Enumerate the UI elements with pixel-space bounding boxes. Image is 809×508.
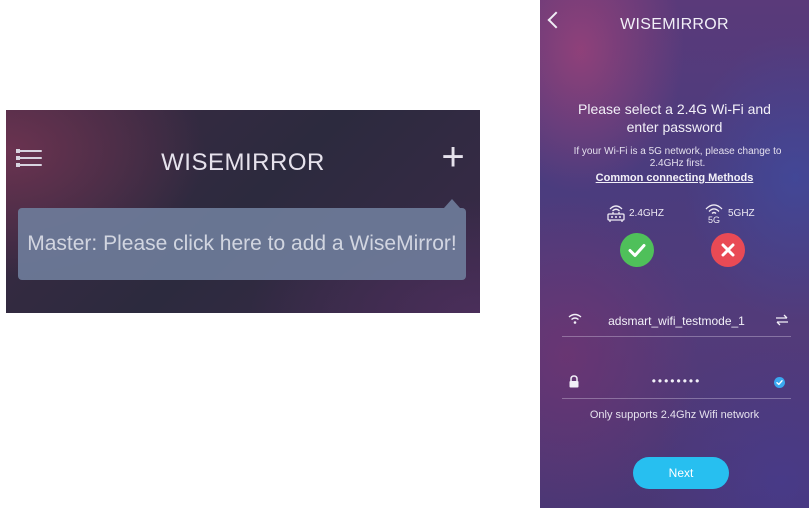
show-password-check-icon[interactable] (774, 377, 785, 388)
supported-check-icon (620, 233, 654, 267)
tooltip-text: Master: Please click here to add a WiseM… (27, 232, 457, 255)
next-button[interactable]: Next (633, 457, 729, 489)
add-device-tooltip[interactable]: Master: Please click here to add a WiseM… (18, 199, 466, 280)
band-5ghz: 5G 5GHZ (703, 200, 755, 226)
instruction-heading: Please select a 2.4G Wi-Fi and enter pas… (578, 101, 771, 135)
instruction-hint: If your Wi-Fi is a 5G network, please ch… (573, 146, 782, 169)
right-screen: WISEMIRROR Please select a 2.4G Wi-Fi an… (540, 0, 809, 508)
wifi-name-field[interactable]: adsmart_wifi_testmode_1 (562, 306, 791, 337)
band-24ghz-label: 2.4GHZ (629, 207, 665, 219)
wifi-5g-icon-text: 5G (708, 215, 720, 225)
support-note: Only supports 2.4Ghz Wifi network (589, 409, 760, 421)
password-value: •••••••• (651, 374, 702, 388)
page-title: WISEMIRROR (620, 16, 729, 33)
router-icon (607, 205, 625, 222)
unsupported-cross-icon (711, 233, 745, 267)
password-field[interactable]: •••••••• (562, 368, 791, 399)
band-24ghz: 2.4GHZ (606, 200, 664, 226)
plus-icon[interactable]: + (436, 137, 470, 177)
common-methods-link[interactable]: Common connecting Methods (540, 172, 809, 184)
wifi-name-value: adsmart_wifi_testmode_1 (608, 314, 745, 328)
app-title: WISEMIRROR (161, 149, 325, 176)
switch-network-icon[interactable] (775, 314, 789, 326)
band-5ghz-label: 5GHZ (728, 207, 755, 219)
wifi-5g-icon: 5G (705, 204, 723, 225)
left-screen: WISEMIRROR + Master: Please click here t… (6, 110, 480, 313)
